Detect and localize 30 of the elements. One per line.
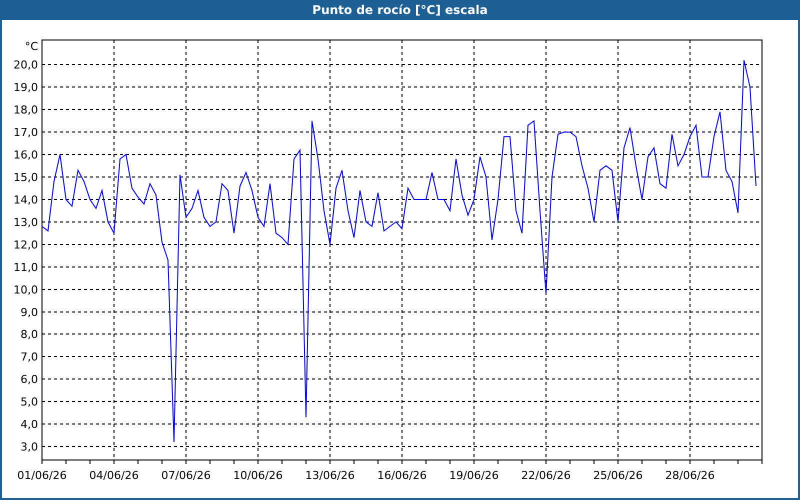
y-tick-label: 18,0 xyxy=(14,104,38,117)
y-tick-label: 15,0 xyxy=(14,171,38,184)
x-tick-label: 10/06/26 xyxy=(233,469,283,482)
x-tick-label: 16/06/26 xyxy=(377,469,427,482)
y-tick-label: 11,0 xyxy=(14,260,38,274)
x-tick-label: 22/06/26 xyxy=(521,469,571,482)
x-tick-label: 28/06/26 xyxy=(665,469,715,482)
y-tick-label: 9,0 xyxy=(20,306,38,319)
y-tick-label: 7,0 xyxy=(20,350,38,364)
y-tick-label: 13,0 xyxy=(14,216,38,229)
y-tick-label: 5,0 xyxy=(20,396,38,409)
x-tick-label: 07/06/26 xyxy=(161,469,211,482)
x-tick-label: 19/06/26 xyxy=(449,469,499,482)
y-tick-label: 19,0 xyxy=(14,81,38,94)
y-tick-label: 3,0 xyxy=(20,440,38,454)
x-tick-label: 04/06/26 xyxy=(89,469,139,482)
y-axis-unit: °C xyxy=(24,40,38,53)
x-tick-label: 01/06/26 xyxy=(17,469,67,482)
y-tick-label: 20,0 xyxy=(14,58,38,72)
x-tick-label: 25/06/26 xyxy=(593,469,643,482)
x-tick-label: 13/06/26 xyxy=(305,469,355,482)
y-tick-label: 10,0 xyxy=(14,283,38,296)
y-tick-label: 8,0 xyxy=(20,328,38,342)
y-tick-label: 17,0 xyxy=(14,126,38,140)
y-tick-label: 16,0 xyxy=(14,148,38,162)
y-tick-label: 4,0 xyxy=(20,418,38,432)
window-title: Punto de rocío [°C] escala xyxy=(312,3,488,17)
y-tick-label: 14,0 xyxy=(14,193,38,206)
y-tick-label: 12,0 xyxy=(14,238,38,252)
y-tick-label: 6,0 xyxy=(20,373,38,386)
